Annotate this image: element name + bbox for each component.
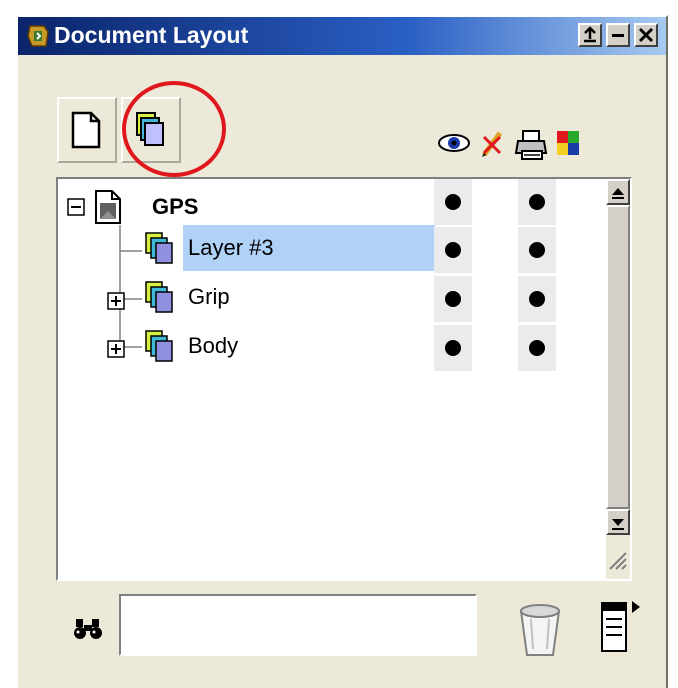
resize-grip-icon[interactable]: [606, 535, 630, 575]
binoculars-icon[interactable]: [72, 617, 104, 641]
print-dot: [529, 291, 545, 307]
visibility-toggle[interactable]: [434, 227, 472, 273]
collapse-icon[interactable]: [66, 197, 86, 217]
arrow-down-icon: [612, 519, 624, 530]
print-toggle[interactable]: [518, 179, 556, 225]
tree-item-layer3[interactable]: Layer #3: [188, 234, 274, 262]
visible-dot: [445, 194, 461, 210]
visible-dot: [445, 242, 461, 258]
scroll-down-button[interactable]: [606, 509, 630, 535]
app-icon: [27, 25, 49, 47]
window-title: Document Layout: [54, 22, 249, 48]
scroll-thumb[interactable]: [606, 205, 630, 509]
print-dot: [529, 242, 545, 258]
expand-icon[interactable]: [106, 291, 126, 311]
close-button[interactable]: [634, 23, 658, 47]
visibility-toggle[interactable]: [434, 179, 472, 225]
print-toggle[interactable]: [518, 276, 556, 322]
scroll-up-button[interactable]: [606, 179, 630, 205]
trash-icon[interactable]: [515, 599, 565, 659]
print-toggle[interactable]: [518, 325, 556, 371]
layer-tree[interactable]: GPS Layer #3 Grip Body: [56, 177, 632, 581]
visible-dot: [445, 291, 461, 307]
new-layer-button[interactable]: [57, 97, 117, 163]
printer-icon[interactable]: [514, 129, 550, 161]
minimize-icon: [612, 34, 624, 37]
print-toggle[interactable]: [518, 227, 556, 273]
minimize-button[interactable]: [606, 23, 630, 47]
panel-menu-icon[interactable]: [596, 597, 646, 657]
print-dot: [529, 340, 545, 356]
arrow-up-icon: [612, 188, 624, 199]
search-input[interactable]: [119, 594, 477, 656]
eye-icon[interactable]: [436, 129, 472, 157]
visible-dot: [445, 340, 461, 356]
highlight-circle: [122, 81, 226, 177]
new-layer-icon: [71, 111, 101, 149]
vertical-scrollbar[interactable]: [606, 179, 630, 579]
pin-icon: [584, 26, 596, 43]
pencil-icon[interactable]: [478, 129, 506, 159]
tree-item-grip[interactable]: Grip: [188, 283, 230, 311]
print-dot: [529, 194, 545, 210]
layer-icon: [145, 330, 173, 362]
visibility-toggle[interactable]: [434, 276, 472, 322]
tree-item-body[interactable]: Body: [188, 332, 238, 360]
document-layout-panel: Document Layout GPS Layer #3 Grip Body: [16, 15, 668, 688]
visibility-toggle[interactable]: [434, 325, 472, 371]
color-icon[interactable]: [555, 129, 581, 157]
layer-icon: [145, 281, 173, 313]
document-icon: [95, 190, 121, 224]
pin-button[interactable]: [578, 23, 602, 47]
close-icon: [638, 27, 654, 43]
expand-icon[interactable]: [106, 339, 126, 359]
tree-item-gps[interactable]: GPS: [152, 193, 198, 221]
title-bar[interactable]: Document Layout: [18, 17, 666, 55]
layer-icon: [145, 232, 173, 264]
